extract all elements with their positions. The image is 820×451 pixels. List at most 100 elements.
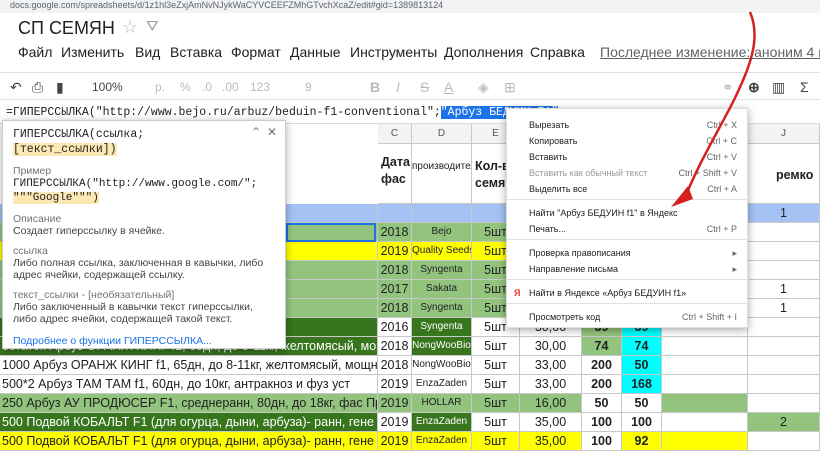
- cell-d-row-12[interactable]: EnzaZaden: [412, 432, 472, 451]
- cell-j-row-5[interactable]: 1: [748, 299, 820, 318]
- context-menu-item[interactable]: Проверка правописания ▸: [507, 245, 749, 261]
- cell-j-row-2[interactable]: [748, 242, 820, 261]
- cell-a-row-10[interactable]: 250 Арбуз АУ ПРОДЮСЕР F1, среднеранн, 80…: [0, 394, 378, 413]
- context-menu-item[interactable]: Направление письма ▸: [507, 261, 749, 277]
- text-color-button[interactable]: A: [444, 77, 453, 97]
- cell-i-row-11[interactable]: [662, 413, 748, 432]
- cell-d-row-6[interactable]: Syngenta: [412, 318, 472, 337]
- context-menu-item[interactable]: Вставить как обычный текст Ctrl + Shift +…: [507, 165, 749, 181]
- insert-comment-icon[interactable]: ⊕: [748, 77, 760, 97]
- cell-a-row-9[interactable]: 500*2 Арбуз ТАМ ТАМ f1, 60дн, до 10кг, а…: [0, 375, 378, 394]
- cell-c-row-5[interactable]: 2018: [378, 299, 412, 318]
- cell-f-row-7[interactable]: 30,00: [520, 337, 582, 356]
- cell-a-row-11[interactable]: 500 Подвой КОБАЛЬТ F1 (для огурца, дыни,…: [0, 413, 378, 432]
- menu-addons[interactable]: Дополнения: [444, 44, 523, 60]
- strikethrough-button[interactable]: S: [420, 77, 429, 97]
- cell-d-row-4[interactable]: Sakata: [412, 280, 472, 299]
- cell-d-row-9[interactable]: EnzaZaden: [412, 375, 472, 394]
- increase-decimal-button[interactable]: .00: [222, 77, 239, 97]
- cell-g-row-9[interactable]: 200: [582, 375, 622, 394]
- cell-c-row-3[interactable]: 2018: [378, 261, 412, 280]
- menu-view[interactable]: Вид: [135, 44, 160, 60]
- cell-j-row-12[interactable]: [748, 432, 820, 451]
- cell-g-row-7[interactable]: 74: [582, 337, 622, 356]
- context-menu-item[interactable]: Просмотреть код Ctrl + Shift + I: [507, 309, 749, 325]
- cell-a-row-12[interactable]: 500 Подвой КОБАЛЬТ F1 (для огурца, дыни,…: [0, 432, 378, 451]
- cell-h-row-10[interactable]: 50: [622, 394, 662, 413]
- cell-i-row-8[interactable]: [662, 356, 748, 375]
- cell-g-row-12[interactable]: 100: [582, 432, 622, 451]
- italic-button[interactable]: I: [396, 77, 400, 97]
- chart-icon[interactable]: ▥: [772, 77, 785, 97]
- header-producer[interactable]: производитель: [412, 144, 472, 204]
- cell-j-row-10[interactable]: [748, 394, 820, 413]
- cell-d-row-10[interactable]: HOLLAR: [412, 394, 472, 413]
- cell-j-row-1[interactable]: [748, 223, 820, 242]
- drive-move-icon[interactable]: ⛛: [146, 18, 164, 35]
- more-formats-button[interactable]: 123: [250, 77, 270, 97]
- cell-c-row-11[interactable]: 2019: [378, 413, 412, 432]
- cell-e-row-10[interactable]: 5шт: [472, 394, 520, 413]
- decrease-decimal-button[interactable]: .0: [202, 77, 212, 97]
- cell-h-row-12[interactable]: 92: [622, 432, 662, 451]
- cell-d-row-3[interactable]: Syngenta: [412, 261, 472, 280]
- menu-edit[interactable]: Изменить: [61, 44, 124, 60]
- menu-data[interactable]: Данные: [290, 44, 341, 60]
- font-size-select[interactable]: 9: [305, 77, 312, 97]
- collapse-icon[interactable]: ⌃: [251, 125, 261, 139]
- cell-c-row-6[interactable]: 2016: [378, 318, 412, 337]
- menu-tools[interactable]: Инструменты: [350, 44, 437, 60]
- cell-d-row-7[interactable]: NongWooBio: [412, 337, 472, 356]
- cell-c-row-1[interactable]: 2018: [378, 223, 412, 242]
- cell-e-row-12[interactable]: 5шт: [472, 432, 520, 451]
- cell-a-row-8[interactable]: 1000 Арбуз ОРАНЖ КИНГ f1, 65дн, до 8-11к…: [0, 356, 378, 375]
- menu-insert[interactable]: Вставка: [170, 44, 222, 60]
- menu-format[interactable]: Формат: [231, 44, 281, 60]
- cell-j-row-11[interactable]: 2: [748, 413, 820, 432]
- column-header-j[interactable]: J: [748, 124, 820, 144]
- context-menu-item[interactable]: Копировать Ctrl + C: [507, 133, 749, 149]
- cell-d-row-5[interactable]: Syngenta: [412, 299, 472, 318]
- close-icon[interactable]: ✕: [267, 125, 277, 139]
- cell-j-row-8[interactable]: [748, 356, 820, 375]
- cell-f-row-8[interactable]: 33,00: [520, 356, 582, 375]
- cell-h-row-7[interactable]: 74: [622, 337, 662, 356]
- cell-d-row-8[interactable]: NongWooBio: [412, 356, 472, 375]
- cell-d-row-0[interactable]: [412, 204, 472, 223]
- cell-f-row-12[interactable]: 35,00: [520, 432, 582, 451]
- cell-g-row-11[interactable]: 100: [582, 413, 622, 432]
- cell-c-row-9[interactable]: 2019: [378, 375, 412, 394]
- cell-j-row-3[interactable]: [748, 261, 820, 280]
- cell-e-row-7[interactable]: 5шт: [472, 337, 520, 356]
- cell-i-row-9[interactable]: [662, 375, 748, 394]
- cell-c-row-8[interactable]: 2018: [378, 356, 412, 375]
- context-menu-item[interactable]: Найти в Яндексе «Арбуз БЕДУИН f1»: [507, 285, 749, 301]
- zoom-select[interactable]: 100%: [92, 77, 123, 97]
- cell-i-row-12[interactable]: [662, 432, 748, 451]
- star-icon[interactable]: ☆: [122, 17, 138, 38]
- header-repair[interactable]: ремко: [748, 144, 820, 204]
- cell-h-row-8[interactable]: 50: [622, 356, 662, 375]
- menu-help[interactable]: Справка: [530, 44, 585, 60]
- cell-e-row-11[interactable]: 5шт: [472, 413, 520, 432]
- currency-button[interactable]: р.: [155, 77, 165, 97]
- column-header-c[interactable]: C: [378, 124, 412, 144]
- cell-f-row-10[interactable]: 16,00: [520, 394, 582, 413]
- print-icon[interactable]: ⎙: [32, 77, 43, 97]
- cell-f-row-11[interactable]: 35,00: [520, 413, 582, 432]
- cell-c-row-2[interactable]: 2019: [378, 242, 412, 261]
- cell-g-row-10[interactable]: 50: [582, 394, 622, 413]
- cell-e-row-8[interactable]: 5шт: [472, 356, 520, 375]
- cell-j-row-0[interactable]: 1: [748, 204, 820, 223]
- cell-i-row-7[interactable]: [662, 337, 748, 356]
- cell-c-row-10[interactable]: 2019: [378, 394, 412, 413]
- cell-c-row-12[interactable]: 2019: [378, 432, 412, 451]
- menu-file[interactable]: Файл: [18, 44, 52, 60]
- cell-d-row-1[interactable]: Bejo: [412, 223, 472, 242]
- context-menu-item[interactable]: Выделить все Ctrl + A: [507, 181, 749, 197]
- cell-d-row-11[interactable]: EnzaZaden: [412, 413, 472, 432]
- help-more-link[interactable]: Подробнее о функции ГИПЕРССЫЛКА...: [13, 335, 275, 347]
- paint-format-icon[interactable]: ▮: [56, 77, 64, 97]
- cell-g-row-8[interactable]: 200: [582, 356, 622, 375]
- cell-j-row-9[interactable]: [748, 375, 820, 394]
